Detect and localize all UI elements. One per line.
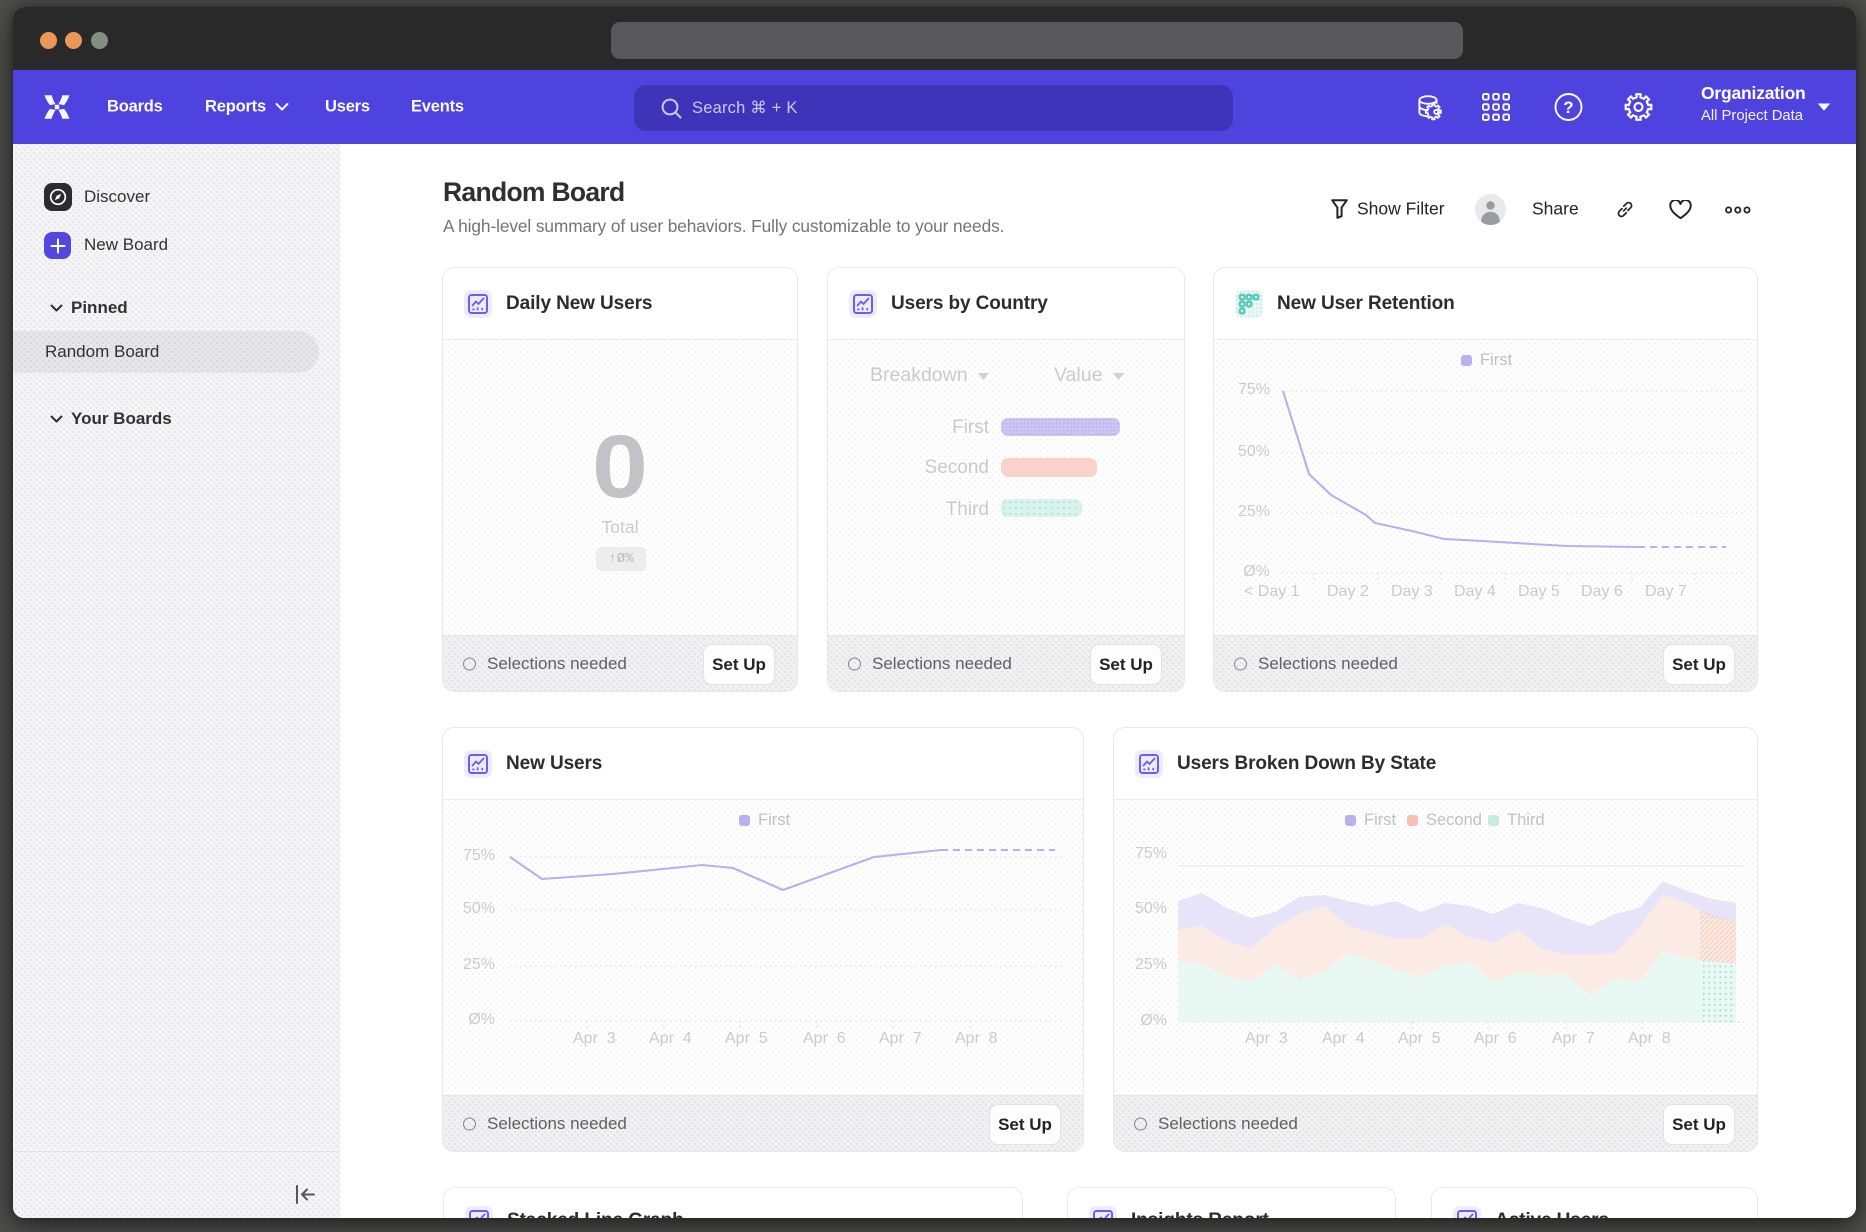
svg-text:?: ? (1563, 98, 1573, 117)
